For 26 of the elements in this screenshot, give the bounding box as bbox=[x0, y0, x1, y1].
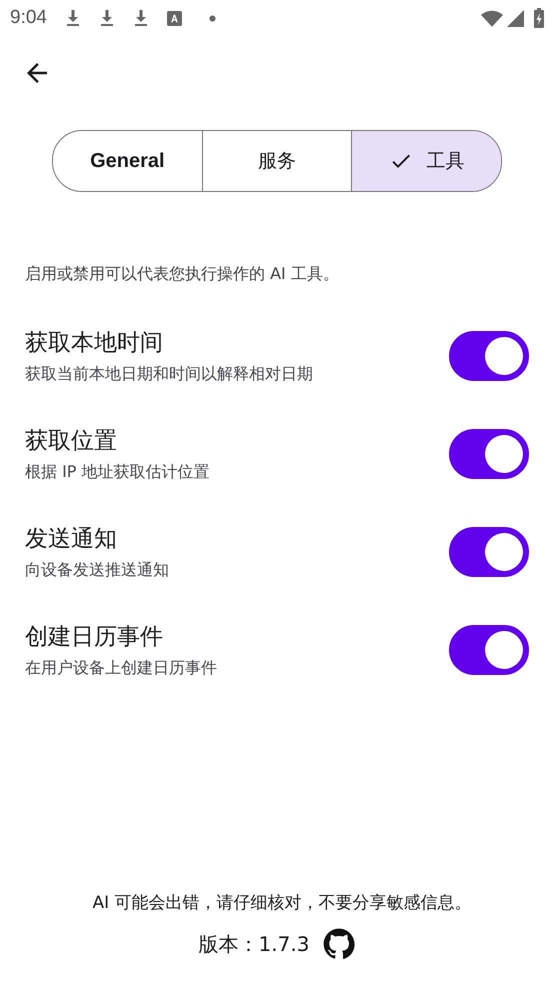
clock-time: 9:04 bbox=[10, 7, 47, 29]
signal-icon bbox=[507, 10, 524, 26]
tab[interactable]: 工具 bbox=[351, 131, 501, 191]
setting-subtitle: 向设备发送推送通知 bbox=[25, 560, 169, 581]
download-icon bbox=[132, 9, 149, 27]
dot-icon bbox=[208, 14, 216, 22]
toggle-switch[interactable] bbox=[449, 527, 529, 577]
download-icon bbox=[98, 9, 115, 27]
setting-title: 创建日历事件 bbox=[25, 623, 164, 652]
setting-title: 获取本地时间 bbox=[25, 329, 164, 358]
battery-icon bbox=[534, 8, 544, 28]
description-text: 启用或禁用可以代表您执行操作的 AI 工具。 bbox=[25, 264, 340, 285]
setting-title: 发送通知 bbox=[25, 525, 118, 554]
setting-subtitle: 在用户设备上创建日历事件 bbox=[25, 658, 217, 679]
setting-subtitle: 获取当前本地日期和时间以解释相对日期 bbox=[25, 364, 313, 385]
toggle-switch[interactable] bbox=[449, 331, 529, 381]
toggle-switch[interactable] bbox=[449, 625, 529, 675]
setting-subtitle: 根据 IP 地址获取估计位置 bbox=[25, 462, 210, 483]
cat-head-icon[interactable] bbox=[323, 928, 356, 960]
version-text: 版本：1.7.3 bbox=[198, 930, 310, 958]
setting-title: 获取位置 bbox=[25, 427, 118, 456]
disclaimer-text: AI 可能会出错，请仔细核对，不要分享敏感信息。 bbox=[92, 892, 472, 914]
download-icon bbox=[64, 9, 81, 27]
letter-a-icon bbox=[166, 10, 182, 26]
wifi-icon bbox=[481, 10, 503, 26]
toggle-switch[interactable] bbox=[449, 429, 529, 479]
